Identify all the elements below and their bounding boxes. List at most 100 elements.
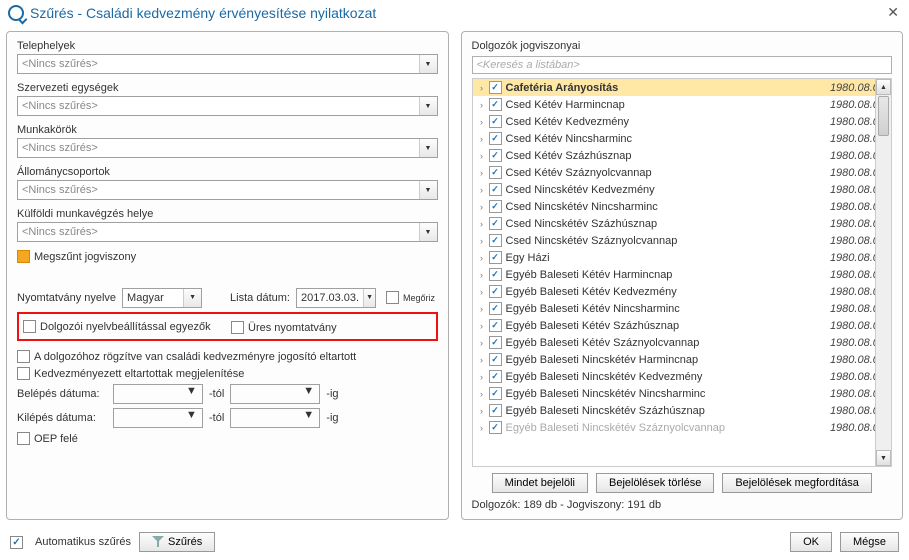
chevron-down-icon[interactable]: ▼ — [419, 223, 437, 241]
expand-icon[interactable]: › — [475, 253, 489, 263]
abroad-dropdown[interactable]: <Nincs szűrés> ▼ — [17, 222, 438, 242]
expand-icon[interactable]: › — [475, 389, 489, 399]
invert-button[interactable]: Bejelölések megfordítása — [722, 473, 872, 493]
exit-to-input[interactable]: ▼ — [230, 408, 320, 428]
row-checkbox[interactable] — [489, 98, 502, 111]
auto-filter-checkbox[interactable] — [10, 536, 23, 549]
row-checkbox[interactable] — [489, 268, 502, 281]
row-checkbox[interactable] — [489, 285, 502, 298]
cancel-button[interactable]: Mégse — [840, 532, 899, 552]
row-checkbox[interactable] — [489, 353, 502, 366]
list-item[interactable]: ›Csed Nincskétév Nincsharminc1980.08.08 — [473, 198, 892, 215]
scrollbar[interactable]: ▲ ▼ — [875, 79, 891, 466]
chevron-down-icon[interactable]: ▼ — [363, 289, 375, 307]
search-input[interactable]: <Keresés a listában> — [472, 56, 893, 74]
jobs-dropdown[interactable]: <Nincs szűrés> ▼ — [17, 138, 438, 158]
expand-icon[interactable]: › — [475, 134, 489, 144]
expand-icon[interactable]: › — [475, 151, 489, 161]
groups-dropdown[interactable]: <Nincs szűrés> ▼ — [17, 180, 438, 200]
row-checkbox[interactable] — [489, 387, 502, 400]
expand-icon[interactable]: › — [475, 202, 489, 212]
list-item[interactable]: ›Csed Kétév Kedvezmény1980.08.08 — [473, 113, 892, 130]
row-checkbox[interactable] — [489, 200, 502, 213]
filter-button[interactable]: Szűrés — [139, 532, 215, 552]
chevron-down-icon[interactable]: ▼ — [186, 409, 202, 427]
chevron-down-icon[interactable]: ▼ — [183, 289, 201, 307]
row-checkbox[interactable] — [489, 149, 502, 162]
row-checkbox[interactable] — [489, 234, 502, 247]
row-checkbox[interactable] — [489, 251, 502, 264]
list-item[interactable]: ›Egyéb Baleseti Nincskétév Százhúsznap19… — [473, 402, 892, 419]
expand-icon[interactable]: › — [475, 236, 489, 246]
list-item[interactable]: ›Csed Nincskétév Százhúsznap1980.08.08 — [473, 215, 892, 232]
print-lang-dropdown[interactable]: Magyar ▼ — [122, 288, 202, 308]
list-item[interactable]: ›Egyéb Baleseti Kétév Százhúsznap1980.08… — [473, 317, 892, 334]
clear-all-button[interactable]: Bejelölések törlése — [596, 473, 714, 493]
list-item[interactable]: ›Egy Házi1980.08.08 — [473, 249, 892, 266]
expand-icon[interactable]: › — [475, 321, 489, 331]
scroll-down-icon[interactable]: ▼ — [876, 450, 891, 466]
entry-from-input[interactable]: ▼ — [113, 384, 203, 404]
row-checkbox[interactable] — [489, 404, 502, 417]
expand-icon[interactable]: › — [475, 287, 489, 297]
row-checkbox[interactable] — [489, 81, 502, 94]
select-all-button[interactable]: Mindet bejelöli — [492, 473, 588, 493]
chevron-down-icon[interactable]: ▼ — [419, 181, 437, 199]
list-item[interactable]: ›Egyéb Baleseti Kétév Harmincnap1980.08.… — [473, 266, 892, 283]
row-checkbox[interactable] — [489, 336, 502, 349]
entry-to-input[interactable]: ▼ — [230, 384, 320, 404]
row-checkbox[interactable] — [489, 302, 502, 315]
expand-icon[interactable]: › — [475, 423, 489, 433]
row-checkbox[interactable] — [489, 217, 502, 230]
list-date-dropdown[interactable]: 2017.03.03. ▼ — [296, 288, 376, 308]
chevron-down-icon[interactable]: ▼ — [419, 97, 437, 115]
list-item[interactable]: ›Csed Kétév Száznyolcvannap1980.08.08 — [473, 164, 892, 181]
expand-icon[interactable]: › — [475, 372, 489, 382]
list-item[interactable]: ›Egyéb Baleseti Nincskétév Nincsharminc1… — [473, 385, 892, 402]
list-item[interactable]: ›Egyéb Baleseti Kétév Nincsharminc1980.0… — [473, 300, 892, 317]
ok-button[interactable]: OK — [790, 532, 832, 552]
chevron-down-icon[interactable]: ▼ — [303, 385, 319, 403]
expand-icon[interactable]: › — [475, 406, 489, 416]
scroll-up-icon[interactable]: ▲ — [876, 79, 891, 95]
expand-icon[interactable]: › — [475, 117, 489, 127]
row-checkbox[interactable] — [489, 370, 502, 383]
list-item[interactable]: ›Cafetéria Arányosítás1980.08.08 — [473, 79, 892, 96]
row-checkbox[interactable] — [489, 319, 502, 332]
expand-icon[interactable]: › — [475, 168, 489, 178]
list-item[interactable]: ›Egyéb Baleseti Nincskétév Kedvezmény198… — [473, 368, 892, 385]
blank-form-checkbox[interactable] — [231, 321, 244, 334]
scroll-thumb[interactable] — [878, 96, 889, 136]
chevron-down-icon[interactable]: ▼ — [303, 409, 319, 427]
terminated-checkbox[interactable] — [17, 250, 30, 263]
expand-icon[interactable]: › — [475, 338, 489, 348]
expand-icon[interactable]: › — [475, 355, 489, 365]
row-checkbox[interactable] — [489, 166, 502, 179]
show-beneficiaries-checkbox[interactable] — [17, 367, 30, 380]
list-item[interactable]: ›Csed Kétév Harmincnap1980.08.08 — [473, 96, 892, 113]
list-item[interactable]: ›Csed Nincskétév Kedvezmény1980.08.08 — [473, 181, 892, 198]
list-item[interactable]: ›Egyéb Baleseti Nincskétév Harmincnap198… — [473, 351, 892, 368]
orgunits-dropdown[interactable]: <Nincs szűrés> ▼ — [17, 96, 438, 116]
row-checkbox[interactable] — [489, 115, 502, 128]
by-lang-checkbox[interactable] — [23, 320, 36, 333]
list-item[interactable]: ›Csed Nincskétév Száznyolcvannap1980.08.… — [473, 232, 892, 249]
sites-dropdown[interactable]: <Nincs szűrés> ▼ — [17, 54, 438, 74]
list-item[interactable]: ›Egyéb Baleseti Kétév Kedvezmény1980.08.… — [473, 283, 892, 300]
list-item[interactable]: ›Egyéb Baleseti Kétév Száznyolcvannap198… — [473, 334, 892, 351]
preserve-checkbox[interactable] — [386, 291, 399, 304]
expand-icon[interactable]: › — [475, 270, 489, 280]
oep-checkbox[interactable] — [17, 432, 30, 445]
has-dependents-checkbox[interactable] — [17, 350, 30, 363]
row-checkbox[interactable] — [489, 421, 502, 434]
list-item[interactable]: ›Egyéb Baleseti Nincskétév Száznyolcvann… — [473, 419, 892, 436]
chevron-down-icon[interactable]: ▼ — [419, 55, 437, 73]
row-checkbox[interactable] — [489, 132, 502, 145]
expand-icon[interactable]: › — [475, 304, 489, 314]
list-item[interactable]: ›Csed Kétév Nincsharminc1980.08.08 — [473, 130, 892, 147]
chevron-down-icon[interactable]: ▼ — [419, 139, 437, 157]
close-icon[interactable]: ✕ — [887, 4, 901, 21]
expand-icon[interactable]: › — [475, 100, 489, 110]
expand-icon[interactable]: › — [475, 83, 489, 93]
chevron-down-icon[interactable]: ▼ — [186, 385, 202, 403]
